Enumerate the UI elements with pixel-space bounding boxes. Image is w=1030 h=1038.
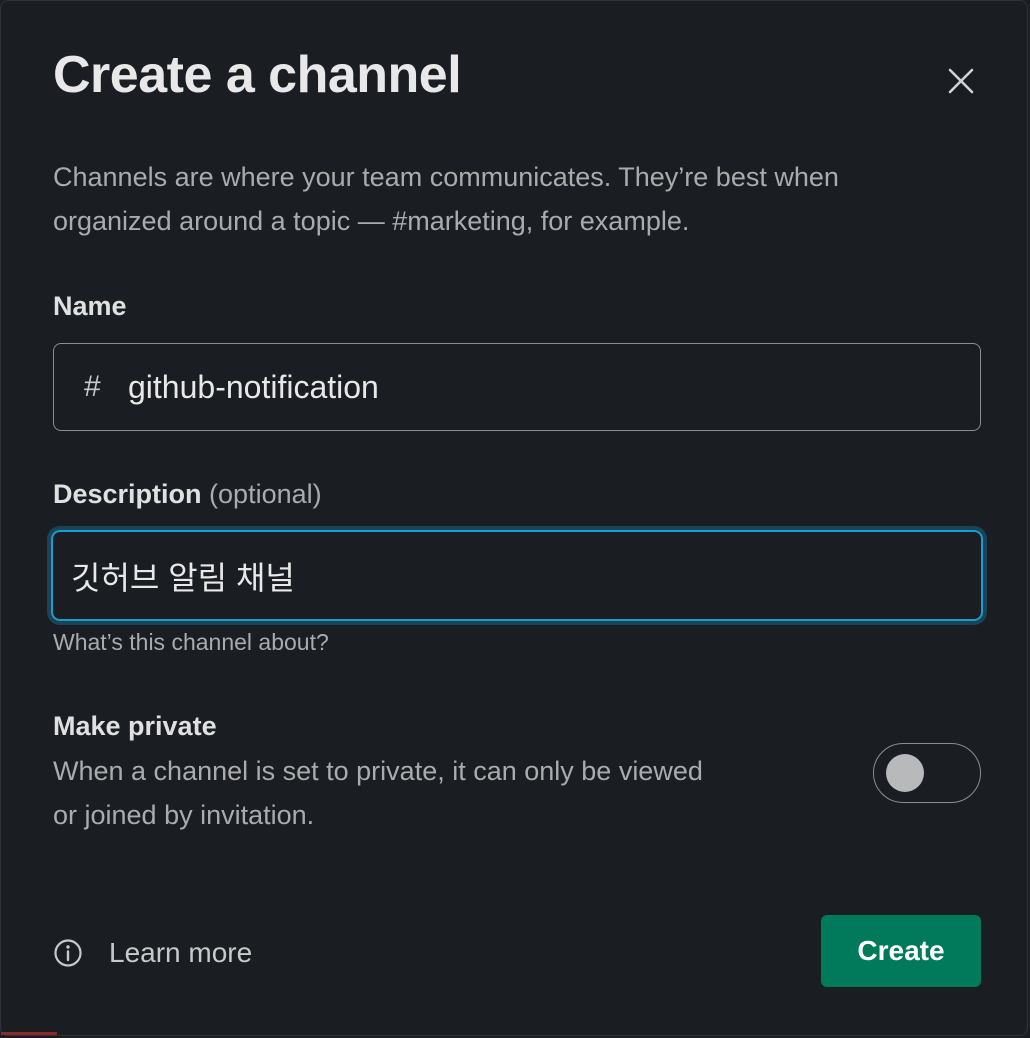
optional-text: (optional) [209, 479, 322, 509]
dialog-title: Create a channel [53, 46, 462, 104]
description-label-text: Description [53, 479, 202, 509]
close-button[interactable] [937, 57, 985, 105]
channel-description-input[interactable] [71, 557, 981, 594]
corner-accent [1, 1032, 57, 1035]
dialog-intro: Channels are where your team communicate… [53, 162, 839, 236]
description-helper-text: What’s this channel about? [53, 629, 329, 655]
create-channel-dialog: Create a channel Channels are where your… [0, 0, 1028, 1036]
description-label: Description (optional) [53, 479, 322, 510]
make-private-label: Make private [53, 711, 217, 741]
make-private-toggle[interactable] [873, 743, 981, 803]
create-button[interactable]: Create [821, 915, 981, 987]
learn-more-label: Learn more [109, 937, 253, 968]
channel-name-input[interactable] [128, 368, 980, 406]
info-icon [54, 939, 82, 967]
name-label: Name [53, 291, 127, 321]
hash-prefix: # [84, 370, 101, 403]
learn-more-link[interactable]: Learn more [53, 931, 252, 975]
make-private-description: When a channel is set to private, it can… [53, 756, 703, 830]
close-icon [948, 68, 974, 94]
channel-description-field[interactable] [51, 530, 983, 621]
channel-name-field[interactable]: # [53, 343, 981, 431]
toggle-knob [886, 754, 924, 792]
